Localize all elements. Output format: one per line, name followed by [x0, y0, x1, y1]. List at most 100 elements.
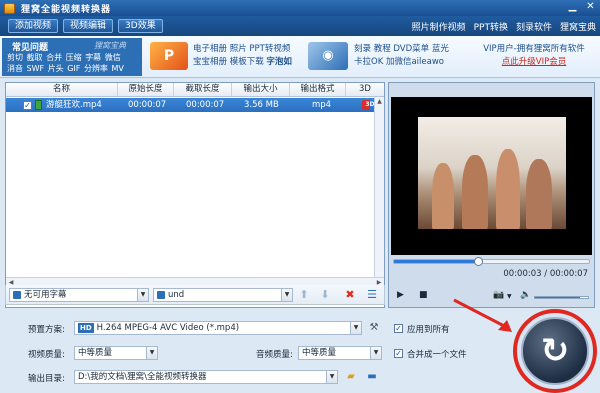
video-quality-label: 视频质量: [28, 350, 65, 360]
frame-figure [496, 149, 520, 229]
chevron-down-icon[interactable]: ▼ [137, 289, 148, 301]
frame-figure [432, 163, 454, 229]
liwo-guide-link[interactable]: 狸窝宝典 [560, 20, 596, 33]
edit-video-button[interactable]: 视频编辑 [63, 19, 114, 33]
preview-panel: 00:00:03 / 00:00:07 ▶ ■ 📷 ▼ 🔈 [388, 82, 595, 308]
faq-link[interactable]: 片头 [48, 64, 64, 73]
browse-folder-icon[interactable]: ▬ [364, 370, 380, 384]
audio-icon [157, 291, 165, 299]
open-folder-icon[interactable]: ▰ [343, 370, 359, 384]
ppt-icon[interactable]: P [150, 42, 188, 70]
subtitle-icon [13, 291, 21, 299]
ppt-convert-link[interactable]: PPT转换 [474, 20, 508, 33]
list-settings-icon[interactable]: ☰ [366, 289, 378, 301]
faq-link[interactable]: 字幕 [85, 53, 101, 62]
album-ad-line1: 电子相册 照片 PPT转视频 [193, 44, 291, 54]
faq-link[interactable]: 微信 [105, 53, 121, 62]
file-name: 游艇狂欢.mp4 [46, 100, 102, 110]
list-toolbar: 无可用字幕 ▼ und ▼ ⬆ ⬇ ✖ ☰ [5, 285, 385, 305]
play-icon[interactable]: ▶ [397, 290, 404, 300]
arrow-head [498, 320, 512, 332]
3d-effect-button[interactable]: 3D效果 [118, 19, 163, 33]
original-length: 00:00:07 [128, 100, 167, 110]
faq-link[interactable]: 消音 [7, 64, 23, 73]
photo-video-link[interactable]: 照片制作视频 [412, 20, 466, 33]
close-icon[interactable]: ✕ [584, 1, 597, 13]
delete-icon[interactable]: ✖ [344, 289, 356, 301]
table-row[interactable]: ✓ 游艇狂欢.mp4 00:00:07 00:00:07 3.56 MB mp4… [6, 98, 384, 112]
faq-link[interactable]: 剪切 [7, 53, 23, 62]
audio-quality-select[interactable]: 中等质量 ▼ [298, 346, 382, 360]
faq-link[interactable]: 分辨率 [84, 64, 108, 73]
minimize-icon[interactable]: ▁ [566, 1, 579, 13]
audio-track-select[interactable]: und ▼ [153, 288, 293, 302]
vertical-scrollbar[interactable]: ▲ [374, 97, 384, 277]
apply-all-label[interactable]: 应用到所有 [407, 323, 450, 335]
burn-ad[interactable]: 刻录 教程 DVD菜单 蓝光 卡拉OK 加微信aileawo [354, 43, 449, 69]
burn-ad-line1: 刻录 教程 DVD菜单 蓝光 [354, 44, 449, 54]
col-name[interactable]: 名称 [6, 83, 118, 96]
output-size: 3.56 MB [244, 100, 279, 110]
app-title: 狸窝全能视频转换器 [21, 4, 112, 15]
video-file-icon [35, 100, 42, 110]
output-format: mp4 [312, 100, 332, 110]
burn-ad-line2: 卡拉OK 加微信aileawo [354, 57, 444, 67]
settings-wrench-icon[interactable]: ⚒ [366, 321, 382, 335]
video-quality-select[interactable]: 中等质量 ▼ [74, 346, 158, 360]
vip-ad: VIP用户-拥有狸窝所有软件 点此升级VIP会员 [472, 43, 596, 69]
chevron-down-icon[interactable]: ▼ [281, 289, 292, 301]
faq-subtitle[interactable]: 狸窝宝典 [94, 40, 126, 51]
convert-button[interactable]: ↻ [521, 317, 589, 385]
row-checkbox[interactable]: ✓ [23, 100, 32, 110]
apply-all-checkbox[interactable]: ✓ [394, 324, 403, 333]
faq-box: 常见问题 狸窝宝典 剪切 截取 合并 压缩 字幕 微信 消音 SWF 片头 GI… [2, 38, 142, 76]
file-list: 名称 原始长度 截取长度 输出大小 输出格式 3D ✓ 游艇狂欢.mp4 00:… [5, 82, 385, 308]
chevron-down-icon[interactable]: ▼ [350, 322, 361, 334]
preset-select[interactable]: HD H.264 MPEG-4 AVC Video (*.mp4) ▼ [74, 321, 362, 335]
chevron-down-icon[interactable]: ▼ [326, 371, 337, 383]
seek-handle[interactable] [473, 257, 483, 266]
stop-icon[interactable]: ■ [419, 290, 428, 300]
album-ad[interactable]: 电子相册 照片 PPT转视频 宝宝相册 模板下载 字泡如 [193, 43, 292, 69]
col-output-size[interactable]: 输出大小 [232, 83, 290, 96]
app-logo-icon [4, 2, 15, 14]
merge-label[interactable]: 合并成一个文件 [407, 348, 467, 360]
faq-link[interactable]: 压缩 [66, 53, 82, 62]
col-3d[interactable]: 3D [346, 83, 384, 96]
faq-link[interactable]: MV [112, 64, 124, 73]
volume-fill [535, 297, 581, 298]
col-original-length[interactable]: 原始长度 [118, 83, 174, 96]
chevron-down-icon[interactable]: ▼ [370, 347, 381, 359]
move-down-icon[interactable]: ⬇ [319, 289, 331, 301]
vip-upgrade-link[interactable]: 点此升级VIP会员 [472, 56, 596, 69]
video-preview[interactable] [391, 97, 592, 255]
hd-badge: HD [78, 323, 94, 333]
faq-link[interactable]: 合并 [46, 53, 62, 62]
burn-software-link[interactable]: 刻录软件 [516, 20, 552, 33]
faq-link[interactable]: SWF [27, 64, 45, 73]
volume-slider[interactable] [534, 296, 589, 299]
vip-ad-text: VIP用户-拥有狸窝所有软件 [483, 44, 585, 54]
faq-link[interactable]: GIF [67, 64, 80, 73]
seek-bar[interactable] [393, 257, 590, 266]
merge-checkbox[interactable]: ✓ [394, 349, 403, 358]
output-dir-field[interactable]: D:\我的文档\狸窝\全能视频转换器 ▼ [74, 370, 338, 384]
output-dir-label: 输出目录: [28, 374, 65, 384]
highlight-arrow [453, 298, 512, 332]
audio-quality-label: 音频质量: [256, 350, 293, 360]
faq-link[interactable]: 截取 [27, 53, 43, 62]
preset-label: 预置方案: [28, 325, 65, 335]
volume-icon[interactable]: 🔈 [520, 290, 531, 300]
audio-track-value: und [168, 290, 185, 300]
move-up-icon[interactable]: ⬆ [298, 289, 310, 301]
dvd-disc-icon[interactable]: ◉ [308, 42, 348, 70]
chevron-down-icon[interactable]: ▼ [146, 347, 157, 359]
scroll-up-icon[interactable]: ▲ [375, 97, 384, 106]
col-cut-length[interactable]: 截取长度 [174, 83, 232, 96]
subtitle-select[interactable]: 无可用字幕 ▼ [9, 288, 149, 302]
col-output-format[interactable]: 输出格式 [290, 83, 346, 96]
file-list-header: 名称 原始长度 截取长度 输出大小 输出格式 3D [6, 83, 384, 97]
frame-figure [462, 155, 488, 229]
add-video-button[interactable]: 添加视频 [8, 19, 59, 33]
frame-figure [526, 159, 552, 229]
